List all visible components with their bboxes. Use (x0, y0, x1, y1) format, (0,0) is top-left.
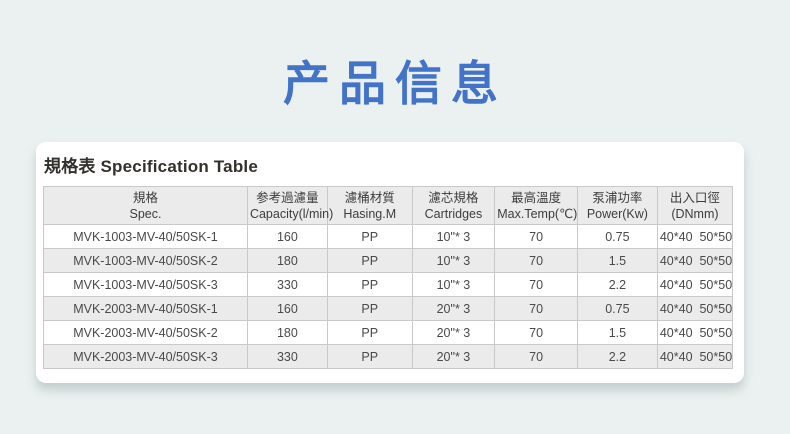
column-label-en: Capacity(l/min) (250, 206, 325, 222)
cell-capacity: 160 (247, 225, 327, 249)
cell-ports: 40*40 50*50 (657, 297, 732, 321)
cell-cartridges: 20"* 3 (412, 321, 495, 345)
cell-spec: MVK-1003-MV-40/50SK-3 (44, 273, 248, 297)
cell-power: 0.75 (577, 297, 657, 321)
column-header-max-temp: 最高溫度 Max.Temp(℃) (495, 187, 578, 225)
table-row: MVK-1003-MV-40/50SK-2 180 PP 10"* 3 70 1… (44, 249, 733, 273)
cell-max-temp: 70 (495, 321, 578, 345)
table-row: MVK-2003-MV-40/50SK-3 330 PP 20"* 3 70 2… (44, 345, 733, 369)
column-label-zh: 規格 (46, 190, 245, 206)
column-header-spec: 規格 Spec. (44, 187, 248, 225)
cell-housing: PP (327, 297, 412, 321)
cell-housing: PP (327, 321, 412, 345)
specification-table-heading: 規格表 Specification Table (44, 152, 733, 177)
table-row: MVK-1003-MV-40/50SK-1 160 PP 10"* 3 70 0… (44, 225, 733, 249)
cell-housing: PP (327, 273, 412, 297)
column-label-en: Spec. (46, 206, 245, 222)
cell-max-temp: 70 (495, 273, 578, 297)
cell-capacity: 160 (247, 297, 327, 321)
column-label-en: Max.Temp(℃) (497, 206, 575, 222)
cell-power: 0.75 (577, 225, 657, 249)
cell-spec: MVK-1003-MV-40/50SK-1 (44, 225, 248, 249)
cell-spec: MVK-2003-MV-40/50SK-3 (44, 345, 248, 369)
table-row: MVK-2003-MV-40/50SK-1 160 PP 20"* 3 70 0… (44, 297, 733, 321)
cell-spec: MVK-1003-MV-40/50SK-2 (44, 249, 248, 273)
table-row: MVK-2003-MV-40/50SK-2 180 PP 20"* 3 70 1… (44, 321, 733, 345)
table-header-row: 規格 Spec. 参考過濾量 Capacity(l/min) 濾桶材質 Hasi… (44, 187, 733, 225)
page-title: 产品信息 (0, 0, 790, 110)
cell-power: 1.5 (577, 321, 657, 345)
cell-cartridges: 20"* 3 (412, 297, 495, 321)
cell-ports: 40*40 50*50 (657, 345, 732, 369)
column-header-capacity: 参考過濾量 Capacity(l/min) (247, 187, 327, 225)
column-label-zh: 参考過濾量 (250, 190, 325, 206)
cell-cartridges: 10"* 3 (412, 225, 495, 249)
column-label-en: Hasing.M (330, 206, 410, 222)
cell-max-temp: 70 (495, 297, 578, 321)
cell-capacity: 330 (247, 345, 327, 369)
cell-max-temp: 70 (495, 249, 578, 273)
specification-table: 規格 Spec. 参考過濾量 Capacity(l/min) 濾桶材質 Hasi… (43, 186, 733, 369)
cell-capacity: 330 (247, 273, 327, 297)
cell-ports: 40*40 50*50 (657, 273, 732, 297)
cell-max-temp: 70 (495, 225, 578, 249)
column-header-pump-power: 泵浦功率 Power(Kw) (577, 187, 657, 225)
cell-capacity: 180 (247, 321, 327, 345)
cell-cartridges: 10"* 3 (412, 249, 495, 273)
column-label-en: Cartridges (415, 206, 493, 222)
table-row: MVK-1003-MV-40/50SK-3 330 PP 10"* 3 70 2… (44, 273, 733, 297)
column-label-en: Power(Kw) (580, 206, 655, 222)
cell-power: 2.2 (577, 273, 657, 297)
cell-spec: MVK-2003-MV-40/50SK-1 (44, 297, 248, 321)
cell-capacity: 180 (247, 249, 327, 273)
column-label-zh: 濾桶材質 (330, 190, 410, 206)
column-header-housing-material: 濾桶材質 Hasing.M (327, 187, 412, 225)
column-header-cartridges: 濾芯規格 Cartridges (412, 187, 495, 225)
cell-cartridges: 10"* 3 (412, 273, 495, 297)
cell-max-temp: 70 (495, 345, 578, 369)
column-label-zh: 濾芯規格 (415, 190, 493, 206)
product-info-page: 产品信息 規格表 Specification Table 規格 Spec. (0, 0, 790, 434)
column-label-zh: 最高溫度 (497, 190, 575, 206)
cell-spec: MVK-2003-MV-40/50SK-2 (44, 321, 248, 345)
column-header-port-diameter: 出入口徑 (DNmm) (657, 187, 732, 225)
column-label-zh: 泵浦功率 (580, 190, 655, 206)
cell-housing: PP (327, 345, 412, 369)
specification-card: 規格表 Specification Table 規格 Spec. (36, 142, 744, 383)
column-label-en: (DNmm) (660, 206, 730, 222)
cell-ports: 40*40 50*50 (657, 321, 732, 345)
cell-housing: PP (327, 249, 412, 273)
cell-cartridges: 20"* 3 (412, 345, 495, 369)
cell-ports: 40*40 50*50 (657, 249, 732, 273)
cell-housing: PP (327, 225, 412, 249)
cell-power: 1.5 (577, 249, 657, 273)
cell-ports: 40*40 50*50 (657, 225, 732, 249)
cell-power: 2.2 (577, 345, 657, 369)
column-label-zh: 出入口徑 (660, 190, 730, 206)
